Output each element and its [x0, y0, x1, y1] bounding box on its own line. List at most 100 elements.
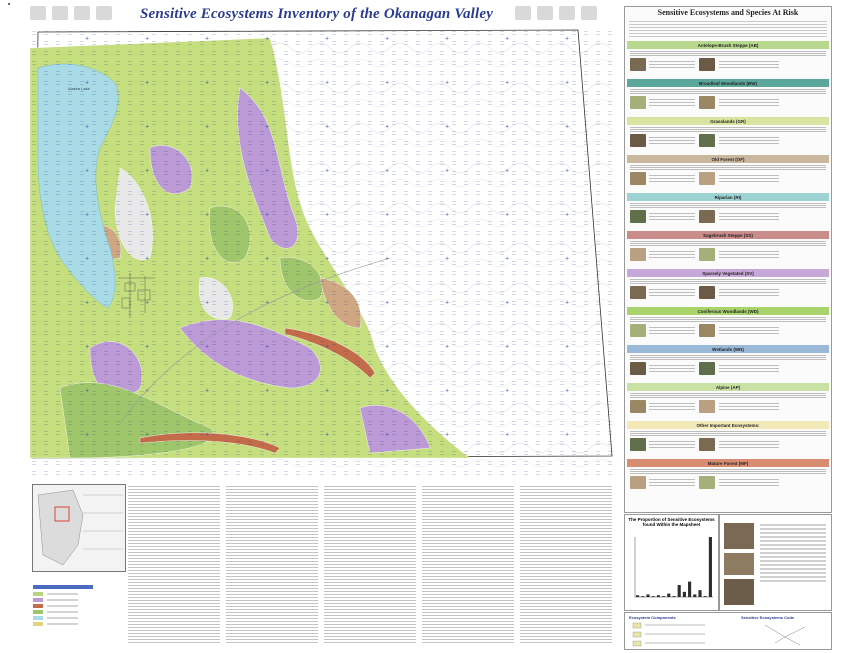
grid-cross: +: [325, 256, 329, 262]
logo-icon: [52, 6, 68, 20]
ecosystem-body: [627, 163, 829, 191]
grid-cross: +: [445, 124, 449, 130]
proportion-chart: The Proportion of Sensitive Ecosystems f…: [624, 514, 719, 611]
grid-cross: +: [445, 388, 449, 394]
logo-icon: [96, 6, 112, 20]
grid-cross: +: [385, 344, 389, 350]
grid-cross: +: [205, 124, 209, 130]
grid-cross: +: [505, 388, 509, 394]
grid-cross: +: [325, 432, 329, 438]
map-canvas[interactable]: Alaska Lake + + + + + + + + ++ + + + + + + + ++ + + + + + + + ++…: [30, 28, 615, 480]
logo-icon: [537, 6, 553, 20]
species-photo: [699, 210, 715, 223]
species-photo: [630, 96, 646, 109]
species-photo: [699, 96, 715, 109]
text-column: [128, 484, 220, 644]
grid-cross: +: [205, 432, 209, 438]
text-column: [422, 484, 514, 644]
ecosystem-heading: Other Important Ecosystems:: [627, 421, 829, 429]
chart-bar: [651, 596, 655, 597]
grid-cross: +: [85, 300, 89, 306]
grid-cross: +: [505, 124, 509, 130]
grid-cross: +: [265, 344, 269, 350]
chart-bar: [703, 596, 707, 597]
chart-bar: [656, 595, 660, 597]
grid-cross: +: [385, 80, 389, 86]
species-photo: [630, 324, 646, 337]
species-photo: [630, 172, 646, 185]
grid-cross: +: [265, 432, 269, 438]
grid-cross: +: [565, 388, 569, 394]
ecosystem-body: [627, 391, 829, 419]
grid-cross: +: [505, 300, 509, 306]
grid-cross: +: [445, 432, 449, 438]
chart-bar: [662, 596, 666, 597]
grid-cross: +: [265, 36, 269, 42]
ecosystem-body: [627, 315, 829, 343]
ecosystem-list: Antelope-Brush Steppe (AB) Broadleaf Wood…: [625, 41, 831, 495]
ecosystem-heading: Mature Forest (MF): [627, 459, 829, 467]
grid-cross: +: [445, 300, 449, 306]
ecosystem-body: [627, 239, 829, 267]
grid-cross: +: [205, 256, 209, 262]
ecosystem-entry: Broadleaf Woodlands (BW): [627, 79, 829, 115]
grid-cross: +: [325, 212, 329, 218]
grid-cross: +: [325, 124, 329, 130]
grid-cross: +: [385, 124, 389, 130]
grid-cross: +: [85, 344, 89, 350]
grid-cross: +: [385, 388, 389, 394]
grid-cross: +: [145, 124, 149, 130]
grid-cross: +: [265, 168, 269, 174]
agency-logos-right: [515, 6, 597, 20]
grid-cross: +: [325, 168, 329, 174]
grid-cross: +: [505, 168, 509, 174]
grid-cross: +: [205, 80, 209, 86]
grid-cross: +: [85, 168, 89, 174]
species-photo: [630, 362, 646, 375]
grid-cross: +: [565, 36, 569, 42]
grid-cross: +: [445, 256, 449, 262]
ecosystem-heading: Grasslands (GR): [627, 117, 829, 125]
species-panel: Sensitive Ecosystems and Species At Risk…: [624, 6, 832, 513]
grid-cross: +: [145, 256, 149, 262]
chart-bar: [646, 594, 650, 597]
grid-cross: +: [325, 344, 329, 350]
ecosystem-entry: Coniferous Woodlands (WD): [627, 307, 829, 343]
grid-cross: +: [85, 388, 89, 394]
grid-cross: +: [85, 212, 89, 218]
ecosystem-body: [627, 429, 829, 457]
chart-axis: [634, 537, 713, 598]
ecosystem-entry: Old Forest (OF): [627, 155, 829, 191]
species-photo: [630, 134, 646, 147]
grid-cross: +: [445, 212, 449, 218]
map-sheet: Sensitive Ecosystems Inventory of the Ok…: [0, 0, 845, 653]
chart-bar: [693, 594, 697, 597]
location-inset-map: [32, 484, 126, 572]
grid-cross: +: [505, 212, 509, 218]
grid-cross: +: [565, 344, 569, 350]
species-photo: [630, 438, 646, 451]
chart-title: The Proportion of Sensitive Ecosystems f…: [628, 517, 715, 527]
logo-icon: [74, 6, 90, 20]
ecosystem-body: [627, 49, 829, 77]
ecosystem-components: Ecosystem Components Sensitive Ecosystem…: [624, 612, 832, 650]
species-photo: [630, 210, 646, 223]
ecosystem-body: [627, 277, 829, 305]
ecosystem-entry: Antelope-Brush Steppe (AB): [627, 41, 829, 77]
ecosystem-entry: Other Important Ecosystems:: [627, 421, 829, 457]
grid-cross: +: [385, 300, 389, 306]
ecosystem-entry: Mature Forest (MF): [627, 459, 829, 495]
grid-cross: +: [145, 300, 149, 306]
grid-cross: +: [325, 300, 329, 306]
grid-cross: +: [385, 212, 389, 218]
grid-cross: +: [205, 344, 209, 350]
grid-cross: +: [145, 36, 149, 42]
map-title: Sensitive Ecosystems Inventory of the Ok…: [140, 6, 494, 22]
grid-cross: +: [145, 80, 149, 86]
grid-cross: +: [565, 80, 569, 86]
map-frame[interactable]: Alaska Lake + + + + + + + + + + + + + + + + + + + + + + + + + + + +…: [30, 28, 615, 480]
grid-cross: +: [205, 388, 209, 394]
text-column: [226, 484, 318, 644]
chart-bar: [698, 590, 702, 597]
logo-icon: [581, 6, 597, 20]
